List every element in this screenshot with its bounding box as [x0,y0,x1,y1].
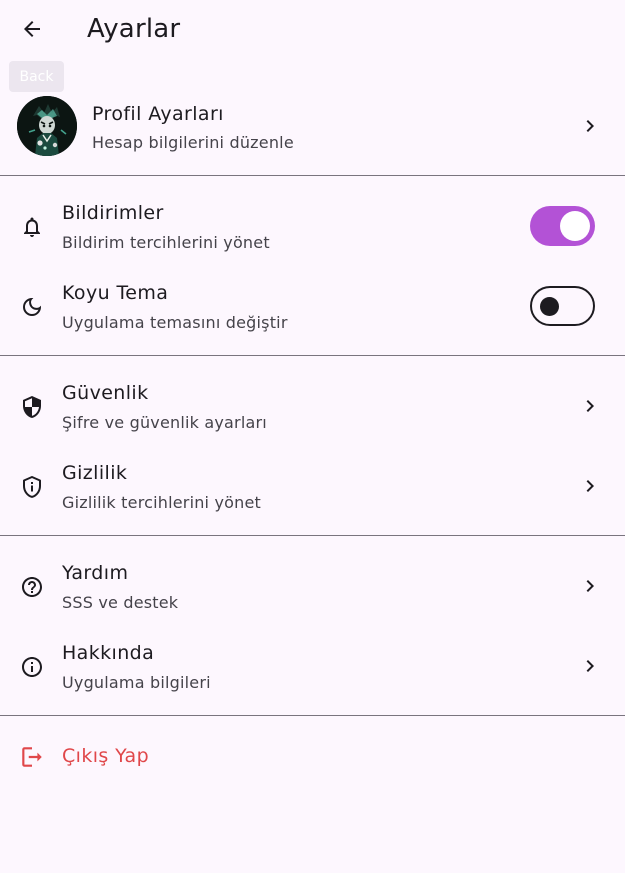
profile-subtitle: Hesap bilgilerini düzenle [92,133,294,152]
moon-icon [19,294,45,320]
avatar [17,96,77,156]
page-title: Ayarlar [87,14,181,44]
about-item[interactable]: Hakkında Uygulama bilgileri [0,626,625,706]
help-item[interactable]: Yardım SSS ve destek [0,546,625,626]
app-bar: Ayarlar [0,0,625,62]
notifications-toggle[interactable] [530,206,595,246]
help-title: Yardım [62,562,129,584]
logout-icon [19,744,45,770]
privacy-item[interactable]: Gizlilik Gizlilik tercihlerini yönet [0,446,625,526]
about-subtitle: Uygulama bilgileri [62,673,211,692]
back-button[interactable] [12,11,52,51]
section-divider [0,535,625,536]
chevron-right-icon [578,654,602,678]
notifications-subtitle: Bildirim tercihlerini yönet [62,233,270,252]
dark-theme-title: Koyu Tema [62,282,169,304]
arrow-back-icon [20,17,44,45]
help-subtitle: SSS ve destek [62,593,179,612]
shield-icon [19,394,45,420]
settings-page: Ayarlar Profil Ayarları Hesap bilgilerin… [0,0,625,873]
section-divider [0,175,625,176]
security-title: Güvenlik [62,382,149,404]
toggle-thumb [540,296,559,316]
logout-button[interactable]: Çıkış Yap [0,717,625,797]
dark-theme-item[interactable]: Koyu Tema Uygulama temasını değiştir [0,266,625,346]
dark-theme-toggle[interactable] [530,286,595,326]
privacy-subtitle: Gizlilik tercihlerini yönet [62,493,262,512]
security-subtitle: Şifre ve güvenlik ayarları [62,413,267,432]
privacy-shield-icon [19,474,45,500]
help-circle-icon [19,574,45,600]
chevron-right-icon [578,474,602,498]
privacy-title: Gizlilik [62,462,128,484]
chevron-right-icon [578,574,602,598]
about-title: Hakkında [62,642,155,664]
profile-settings-item[interactable]: Profil Ayarları Hesap bilgilerini düzenl… [0,86,625,166]
info-icon [19,654,45,680]
chevron-right-icon [578,394,602,418]
back-tooltip: Back [9,61,64,92]
toggle-thumb [560,211,590,241]
logout-label: Çıkış Yap [62,745,150,767]
notifications-title: Bildirimler [62,202,164,224]
notifications-item[interactable]: Bildirimler Bildirim tercihlerini yönet [0,186,625,266]
section-divider [0,715,625,716]
chevron-right-icon [578,114,602,138]
dark-theme-subtitle: Uygulama temasını değiştir [62,313,288,332]
profile-title: Profil Ayarları [92,103,224,125]
bell-icon [19,214,45,240]
security-item[interactable]: Güvenlik Şifre ve güvenlik ayarları [0,366,625,446]
section-divider [0,355,625,356]
